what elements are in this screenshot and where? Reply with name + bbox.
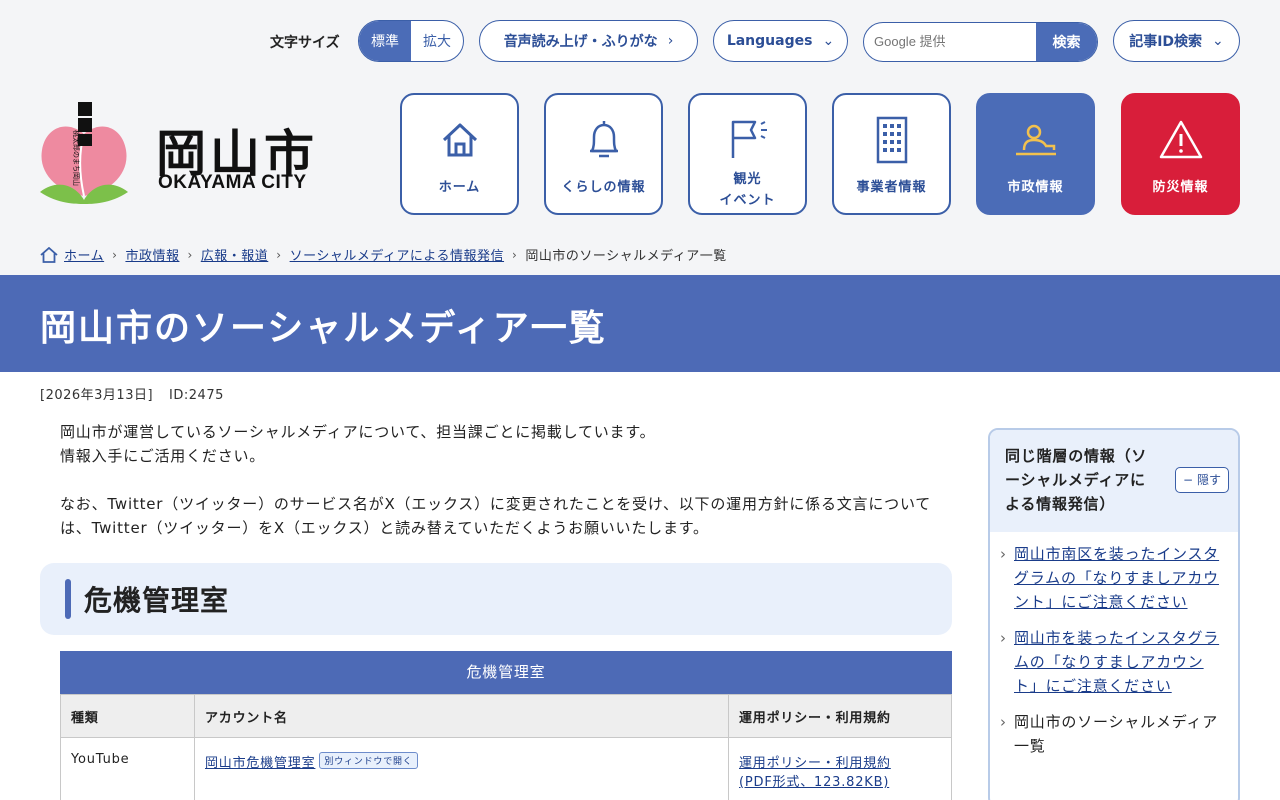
sidebar-hide-button[interactable]: − 隠す xyxy=(1175,467,1229,493)
article-id-search-label: 記事ID検索 xyxy=(1129,34,1203,50)
city-hall-icon xyxy=(1014,115,1058,165)
chevron-down-icon: ⌄ xyxy=(822,33,835,49)
table-header-row: 種類 アカウント名 運用ポリシー・利用規約 xyxy=(60,694,952,738)
nav-city-government[interactable]: 市政情報 xyxy=(976,93,1095,215)
warning-icon xyxy=(1158,115,1204,165)
breadcrumb-city-government[interactable]: 市政情報 xyxy=(125,245,179,264)
page-id: ID:2475 xyxy=(169,388,224,403)
bell-icon xyxy=(584,115,624,165)
sidebar-link-minami-warning[interactable]: 岡山市南区を装ったインスタグラムの「なりすましアカウント」にご注意ください xyxy=(1014,545,1219,611)
chevron-right-icon: › xyxy=(276,247,282,262)
search-input[interactable] xyxy=(864,23,1038,60)
nav-home-label: ホーム xyxy=(438,180,481,195)
sidebar-same-level: 同じ階層の情報（ソーシャルメディアによる情報発信） − 隠す 岡山市南区を装った… xyxy=(988,428,1240,800)
nav-business[interactable]: 事業者情報 xyxy=(832,93,951,215)
heading-accent-bar xyxy=(65,579,71,619)
sidebar-item: 岡山市のソーシャルメディア一覧 xyxy=(1000,710,1226,758)
cell-policy: 運用ポリシー・利用規約 (PDF形式、123.82KB) xyxy=(728,737,952,800)
nav-disaster-label: 防災情報 xyxy=(1152,180,1209,195)
breadcrumb: ホーム › 市政情報 › 広報・報道 › ソーシャルメディアによる情報発信 › … xyxy=(40,245,727,264)
section-heading: 危機管理室 xyxy=(40,563,952,635)
section-heading-text: 危機管理室 xyxy=(84,584,230,617)
peach-logo-icon: 桃太郎のまち岡山 xyxy=(40,102,128,204)
breadcrumb-home[interactable]: ホーム xyxy=(64,245,104,264)
column-header-type: 種類 xyxy=(60,694,195,738)
languages-label: Languages xyxy=(726,33,813,49)
search-button[interactable]: 検索 xyxy=(1036,23,1097,61)
building-icon xyxy=(874,115,910,165)
sidebar-item: 岡山市南区を装ったインスタグラムの「なりすましアカウント」にご注意ください xyxy=(1000,542,1226,614)
sidebar-item: 岡山市を装ったインスタグラムの「なりすましアカウント」にご注意ください xyxy=(1000,626,1226,698)
column-header-account: アカウント名 xyxy=(194,694,729,738)
chevron-down-icon: ⌄ xyxy=(1212,33,1224,49)
intro-text: 岡山市が運営しているソーシャルメディアについて、担当課ごとに掲載しています。 情… xyxy=(60,420,950,540)
home-icon xyxy=(440,115,480,165)
site-search: 検索 xyxy=(863,22,1098,62)
breadcrumb-social-media[interactable]: ソーシャルメディアによる情報発信 xyxy=(290,245,504,264)
nav-business-label: 事業者情報 xyxy=(856,180,927,195)
chevron-right-icon: › xyxy=(512,247,518,262)
site-logo[interactable]: 桃太郎のまち岡山 岡山市 OKAYAMA CITY xyxy=(38,100,338,210)
nav-disaster[interactable]: 防災情報 xyxy=(1121,93,1240,215)
nav-tourism[interactable]: 観光 イベント xyxy=(688,93,807,215)
mascot-text: 桃太郎のまち岡山 xyxy=(72,130,81,186)
languages-button[interactable]: Languages ⌄ xyxy=(713,20,848,62)
breadcrumb-pr[interactable]: 広報・報道 xyxy=(201,245,269,264)
table-row: YouTube 岡山市危機管理室 別ウィンドウで開く 運用ポリシー・利用規約 (P… xyxy=(60,737,952,800)
article-id-search-button[interactable]: 記事ID検索 ⌄ xyxy=(1113,20,1240,62)
nav-city-government-label: 市政情報 xyxy=(1007,180,1064,195)
sidebar-heading: 同じ階層の情報（ソーシャルメディアによる情報発信） xyxy=(1005,447,1148,513)
flag-icon xyxy=(725,115,771,165)
nav-living[interactable]: くらしの情報 xyxy=(544,93,663,215)
page-title-band: 岡山市のソーシャルメディア一覧 xyxy=(0,275,1280,372)
cell-type: YouTube xyxy=(60,737,195,800)
minus-icon: − xyxy=(1182,473,1194,487)
intro-paragraph-2: なお、Twitter（ツイッター）のサービス名がX（エックス）に変更されたことを… xyxy=(60,495,932,537)
logo-subtitle: OKAYAMA CITY xyxy=(158,172,307,193)
nav-tourism-label: 観光 イベント xyxy=(719,172,776,208)
sidebar-link-city-warning[interactable]: 岡山市を装ったインスタグラムの「なりすましアカウント」にご注意ください xyxy=(1014,629,1219,695)
social-media-table: 危機管理室 種類 アカウント名 運用ポリシー・利用規約 YouTube 岡山市危… xyxy=(60,651,952,800)
table-caption: 危機管理室 xyxy=(60,651,952,694)
column-header-policy: 運用ポリシー・利用規約 xyxy=(728,694,952,738)
nav-home[interactable]: ホーム xyxy=(400,93,519,215)
policy-pdf-link[interactable]: 運用ポリシー・利用規約 (PDF形式、123.82KB) xyxy=(739,756,891,790)
utility-bar: 文字サイズ 標準 拡大 音声読み上げ・ふりがな › Languages ⌄ 検索… xyxy=(0,20,1280,64)
font-size-label: 文字サイズ xyxy=(270,35,340,51)
new-window-badge: 別ウィンドウで開く xyxy=(319,752,418,769)
read-aloud-label: 音声読み上げ・ふりがな xyxy=(503,34,658,50)
nav-living-label: くらしの情報 xyxy=(561,180,646,195)
sidebar-list: 岡山市南区を装ったインスタグラムの「なりすましアカウント」にご注意ください 岡山… xyxy=(990,532,1238,758)
font-enlarge-button[interactable]: 拡大 xyxy=(411,21,463,61)
page-meta: [2026年3月13日] ID:2475 xyxy=(40,384,224,403)
intro-paragraph-1: 岡山市が運営しているソーシャルメディアについて、担当課ごとに掲載しています。 情… xyxy=(60,423,656,465)
chevron-right-icon: › xyxy=(667,33,674,49)
sidebar-hide-label: 隠す xyxy=(1197,473,1222,487)
page-title: 岡山市のソーシャルメディア一覧 xyxy=(40,308,607,349)
font-standard-button[interactable]: 標準 xyxy=(359,21,411,61)
cell-account: 岡山市危機管理室 別ウィンドウで開く xyxy=(194,737,729,800)
font-size-toggle: 標準 拡大 xyxy=(358,20,464,62)
update-date: [2026年3月13日] xyxy=(40,388,154,403)
chevron-right-icon: › xyxy=(187,247,193,262)
read-aloud-button[interactable]: 音声読み上げ・ふりがな › xyxy=(479,20,698,62)
sidebar-header: 同じ階層の情報（ソーシャルメディアによる情報発信） − 隠す xyxy=(990,430,1238,532)
chevron-right-icon: › xyxy=(112,247,118,262)
home-icon xyxy=(40,246,58,263)
account-link[interactable]: 岡山市危機管理室 xyxy=(205,756,315,771)
breadcrumb-current: 岡山市のソーシャルメディア一覧 xyxy=(525,249,727,264)
sidebar-current-page: 岡山市のソーシャルメディア一覧 xyxy=(1014,713,1219,755)
